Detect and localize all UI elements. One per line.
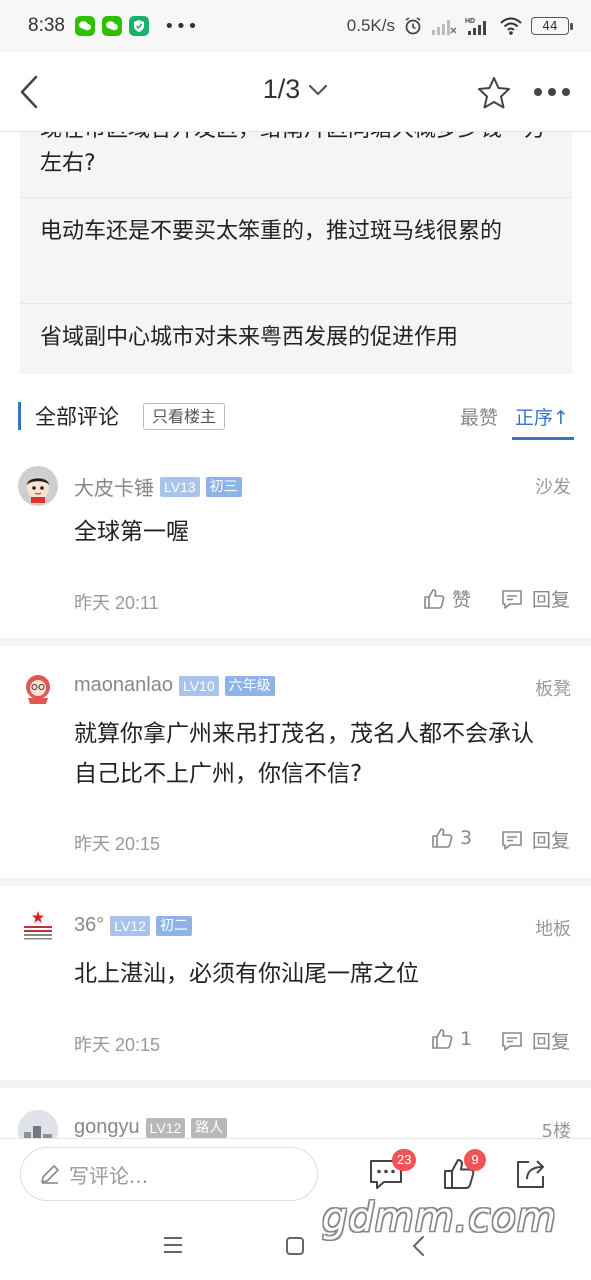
like-count: 3 bbox=[460, 827, 473, 849]
status-bar: 8:38 ••• 0.5K/s HD 44 bbox=[0, 0, 591, 52]
sort-hot-tab[interactable]: 最赞 bbox=[460, 403, 498, 430]
grade-badge: 六年级 bbox=[224, 675, 275, 696]
like-post-button[interactable]: 9 bbox=[442, 1149, 486, 1195]
comment-item: 36° LV12 初二 地板 北上湛汕，必须有你汕尾一席之位 昨天 20:15 … bbox=[0, 886, 591, 1088]
related-thread-title: 电动车还是不要买太笨重的，推过斑马线很累的 bbox=[40, 219, 503, 244]
like-button[interactable]: 1 bbox=[430, 1027, 472, 1051]
comment-username[interactable]: maonanlao bbox=[74, 674, 173, 697]
reply-button[interactable]: 回复 bbox=[500, 1027, 570, 1054]
home-icon[interactable] bbox=[285, 1236, 305, 1256]
level-badge: LV13 bbox=[160, 476, 200, 497]
reply-label: 回复 bbox=[532, 1031, 571, 1053]
avatar[interactable] bbox=[18, 466, 58, 506]
comment-time: 昨天 20:11 bbox=[74, 593, 159, 613]
share-icon bbox=[517, 1160, 544, 1188]
floor-label: 地板 bbox=[535, 919, 571, 940]
thumbs-up-icon bbox=[432, 828, 453, 848]
comment-time: 昨天 20:15 bbox=[74, 834, 161, 854]
reply-label: 回复 bbox=[532, 830, 571, 852]
comment-item: maonanlao LV10 六年级 板凳 就算你拿广州来吊打茂名，茂名人都不会… bbox=[0, 646, 591, 886]
floor-label: 沙发 bbox=[535, 477, 571, 498]
comment-username[interactable]: 大皮卡锤 bbox=[74, 472, 154, 501]
reply-bubble-icon bbox=[502, 1031, 522, 1051]
pencil-icon bbox=[41, 1165, 59, 1184]
comment-text: 北上湛汕，必须有你汕尾一席之位 bbox=[74, 961, 419, 987]
comment-text: 全球第一喔 bbox=[74, 519, 189, 545]
avatar[interactable] bbox=[18, 668, 58, 708]
like-count: 1 bbox=[460, 1028, 473, 1050]
wechat-icon bbox=[74, 16, 95, 36]
signal-icon bbox=[432, 20, 457, 35]
like-count-badge: 9 bbox=[464, 1149, 486, 1171]
comments-header: 全部评论 只看楼主 最赞 正序↑ bbox=[0, 393, 591, 441]
reply-bubble-icon bbox=[502, 589, 522, 609]
comment-input[interactable]: 写评论... bbox=[20, 1147, 318, 1201]
top-nav-bar: 1/3 bbox=[0, 52, 591, 132]
site-watermark: gdmm.com bbox=[322, 1195, 557, 1241]
favorite-star-icon[interactable] bbox=[476, 75, 512, 111]
comment-item: 大皮卡锤 LV13 初三 沙发 全球第一喔 昨天 20:11 赞 回复 bbox=[0, 450, 591, 646]
floor-label: 板凳 bbox=[535, 679, 571, 700]
related-threads-list: 现在市区域各开发区，给南片区同塘大概多少钱一方左右? 电动车还是不要买太笨重的，… bbox=[20, 100, 572, 374]
level-badge: LV12 bbox=[145, 1117, 186, 1138]
share-button[interactable] bbox=[514, 1157, 548, 1195]
wifi-icon bbox=[500, 17, 522, 35]
grade-badge: 初二 bbox=[155, 915, 192, 936]
comment-username[interactable]: gongyu bbox=[74, 1116, 140, 1139]
owner-only-button[interactable]: 只看楼主 bbox=[143, 403, 226, 430]
related-thread-title: 省域副中心城市对未来粤西发展的促进作用 bbox=[40, 325, 459, 350]
active-tab-underline bbox=[512, 437, 574, 440]
like-button[interactable]: 3 bbox=[430, 826, 472, 850]
signal-hd-icon: HD bbox=[465, 18, 486, 35]
alarm-icon bbox=[405, 17, 421, 35]
wechat-icon bbox=[101, 16, 122, 36]
grade-badge: 路人 bbox=[191, 1117, 228, 1138]
avatar[interactable] bbox=[18, 908, 58, 948]
comment-time: 昨天 20:15 bbox=[74, 1035, 161, 1055]
svg-text:HD: HD bbox=[465, 18, 475, 25]
reply-label: 回复 bbox=[532, 589, 571, 611]
comment-text: 就算你拿广州来吊打茂名，茂名人都不会承认自己比不上广州，你信不信? bbox=[74, 721, 534, 787]
chevron-down-icon bbox=[309, 84, 328, 96]
battery-icon: 44 bbox=[531, 17, 573, 35]
comments-button[interactable]: 23 bbox=[368, 1149, 417, 1195]
page-indicator: 1/3 bbox=[262, 74, 301, 104]
reply-button[interactable]: 回复 bbox=[500, 826, 570, 853]
more-options-icon[interactable] bbox=[534, 88, 570, 96]
grade-badge: 初三 bbox=[205, 476, 242, 497]
like-count: 赞 bbox=[452, 589, 472, 611]
related-thread-item[interactable]: 电动车还是不要买太笨重的，推过斑马线很累的 bbox=[20, 198, 572, 304]
level-badge: LV10 bbox=[178, 675, 219, 696]
comment-input-placeholder: 写评论... bbox=[69, 1163, 149, 1188]
status-time: 8:38 bbox=[28, 15, 65, 36]
reply-button[interactable]: 回复 bbox=[500, 585, 570, 612]
level-badge: LV12 bbox=[110, 915, 150, 936]
more-notifications-icon: ••• bbox=[163, 15, 199, 37]
menu-icon[interactable] bbox=[163, 1236, 183, 1254]
comment-username[interactable]: 36° bbox=[74, 914, 104, 937]
related-thread-item[interactable]: 省域副中心城市对未来粤西发展的促进作用 bbox=[20, 304, 572, 374]
section-accent-bar bbox=[18, 402, 21, 430]
like-button[interactable]: 赞 bbox=[422, 585, 471, 612]
net-speed: 0.5K/s bbox=[346, 16, 395, 35]
shield-icon bbox=[128, 16, 149, 36]
reply-bubble-icon bbox=[502, 830, 522, 850]
all-comments-title: 全部评论 bbox=[35, 405, 119, 429]
sort-order-tab[interactable]: 正序↑ bbox=[515, 403, 569, 430]
thumbs-up-icon bbox=[432, 1029, 453, 1049]
page-selector[interactable]: 1/3 bbox=[263, 74, 329, 105]
comment-count-badge: 23 bbox=[392, 1149, 417, 1171]
thumbs-up-icon bbox=[424, 588, 445, 609]
